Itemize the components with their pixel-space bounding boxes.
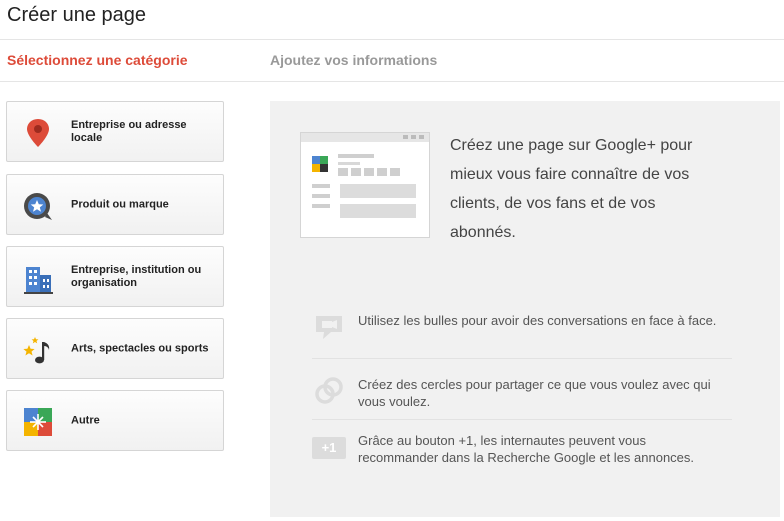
plus-one-icon: +1 bbox=[312, 437, 346, 459]
category-other-button[interactable]: Autre bbox=[6, 390, 224, 451]
divider bbox=[0, 81, 784, 82]
info-headline: Créez une page sur Google+ pour mieux vo… bbox=[450, 137, 693, 241]
step-add-info: Ajoutez vos informations bbox=[270, 52, 438, 68]
category-label: Entreprise ou adresse locale bbox=[71, 118, 187, 144]
info-panel: Créez une page sur Google+ pour mieux vo… bbox=[270, 101, 780, 517]
product-tag-icon bbox=[24, 193, 52, 220]
category-arts-sports-button[interactable]: Arts, spectacles ou sports bbox=[6, 318, 224, 379]
divider bbox=[312, 419, 732, 420]
category-local-business-button[interactable]: Entreprise ou adresse locale bbox=[6, 101, 224, 162]
category-organization-button[interactable]: Entreprise, institution ou organisation bbox=[6, 246, 224, 307]
divider bbox=[0, 39, 784, 40]
building-icon bbox=[24, 267, 53, 294]
music-stars-icon bbox=[23, 337, 50, 364]
category-label: Produit ou marque bbox=[71, 198, 169, 210]
circles-icon bbox=[315, 377, 343, 404]
divider bbox=[312, 358, 732, 359]
feature-text: Grâce au bouton +1, les internautes peuv… bbox=[358, 433, 695, 465]
page-title: Créer une page bbox=[7, 4, 146, 26]
google-squares-icon bbox=[24, 408, 52, 436]
plus-one-badge: +1 bbox=[321, 440, 337, 455]
map-pin-icon bbox=[27, 119, 49, 147]
page-preview-illustration bbox=[300, 132, 430, 238]
category-product-brand-button[interactable]: Produit ou marque bbox=[6, 174, 224, 235]
feature-text: Créez des cercles pour partager ce que v… bbox=[358, 377, 711, 409]
feature-text: Utilisez les bulles pour avoir des conve… bbox=[358, 313, 717, 328]
step-select-category: Sélectionnez une catégorie bbox=[7, 52, 188, 68]
category-label: Entreprise, institution ou organisation bbox=[71, 263, 202, 289]
category-label: Autre bbox=[71, 414, 100, 426]
hangout-bubble-icon bbox=[316, 316, 342, 339]
category-label: Arts, spectacles ou sports bbox=[71, 342, 209, 354]
